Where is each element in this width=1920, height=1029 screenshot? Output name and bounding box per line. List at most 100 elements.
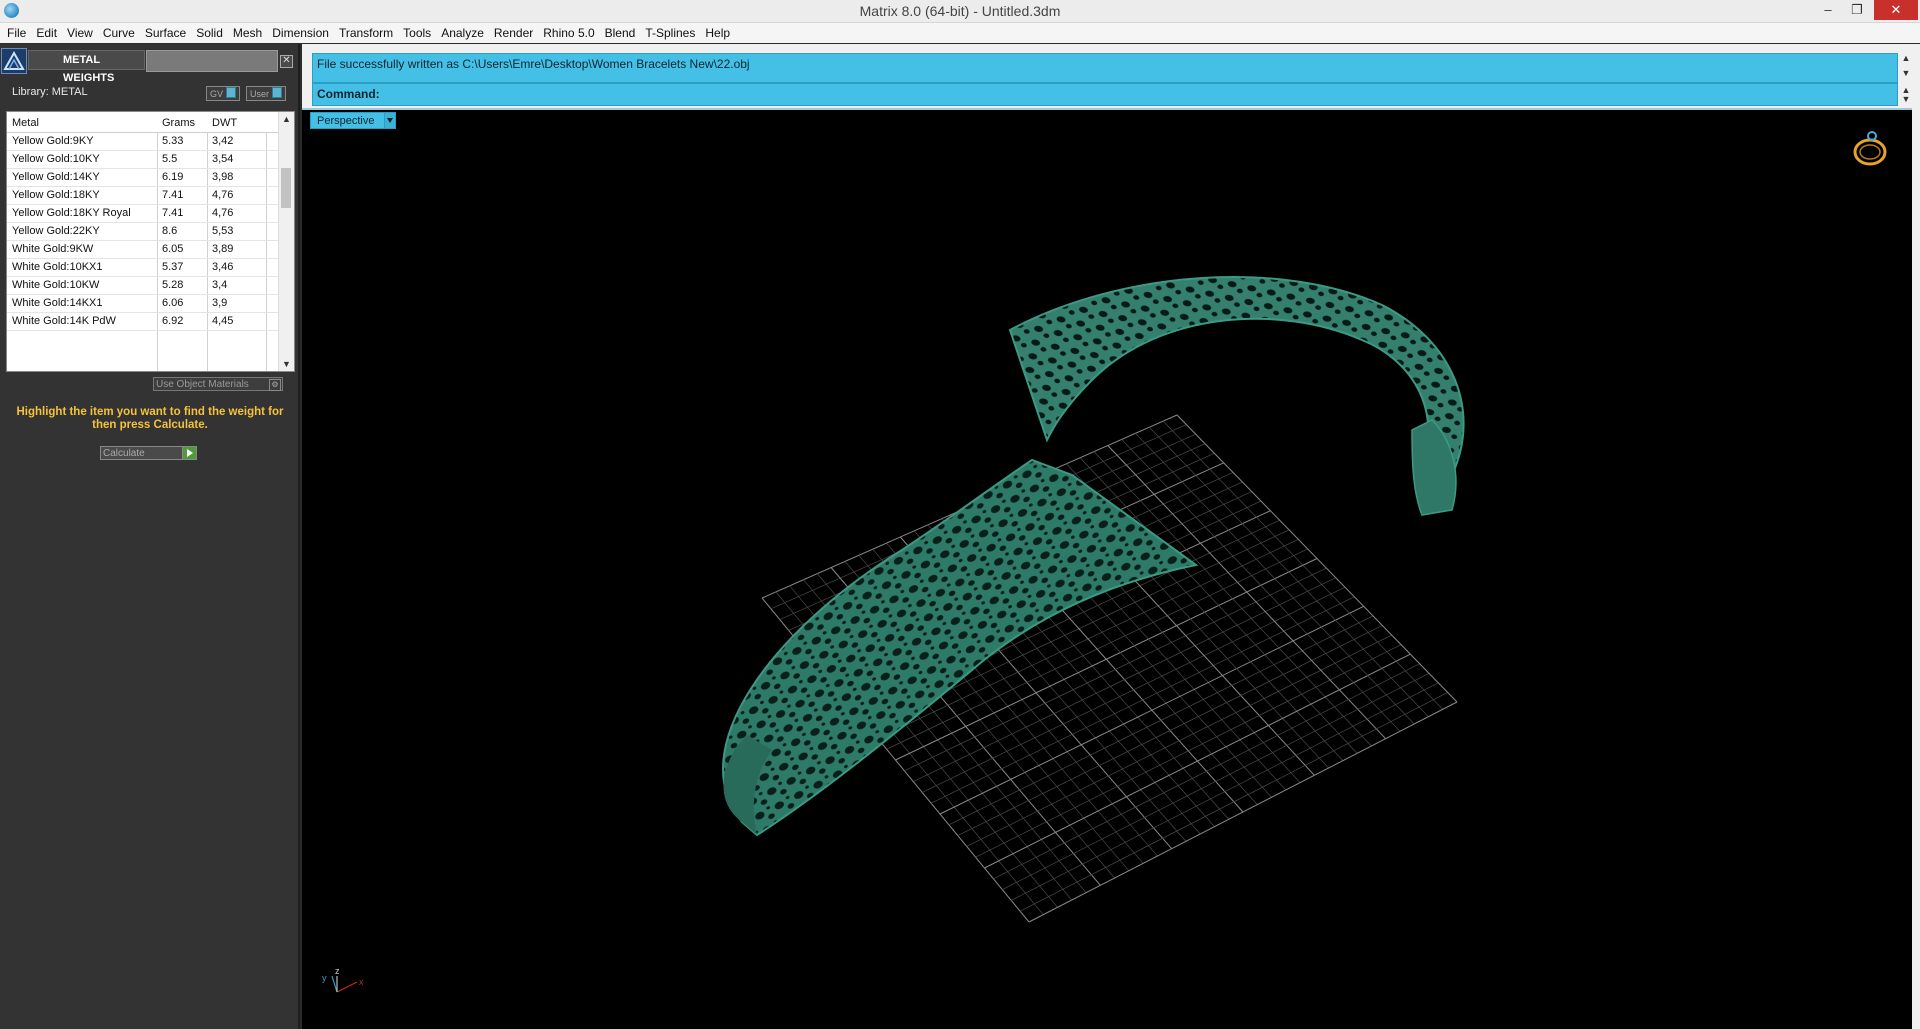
table-row[interactable]: White Gold:9KW 6.05 3,89: [7, 241, 278, 259]
cell-dwt: 4,76: [212, 189, 234, 201]
menu-transform[interactable]: Transform: [334, 23, 398, 43]
perspective-viewport[interactable]: y z x Perspective: [302, 110, 1912, 1029]
gear-icon[interactable]: ⚙: [269, 379, 281, 391]
restore-button[interactable]: ❐: [1843, 0, 1871, 20]
table-scrollbar[interactable]: ▲ ▼: [278, 112, 294, 371]
table-header: Metal Grams DWT: [7, 112, 278, 133]
cell-dwt: 3,42: [212, 135, 234, 147]
cell-metal: White Gold:9KW: [12, 243, 94, 255]
calculate-button[interactable]: Calculate: [100, 446, 197, 460]
cell-grams: 7.41: [162, 189, 184, 201]
menu-rhino[interactable]: Rhino 5.0: [538, 23, 599, 43]
menu-solid[interactable]: Solid: [191, 23, 228, 43]
cell-grams: 6.05: [162, 243, 184, 255]
viewport-name: Perspective: [317, 115, 375, 127]
grid-line: [1002, 672, 1430, 890]
user-toggle[interactable]: User: [246, 86, 287, 101]
scroll-thumb[interactable]: [281, 168, 291, 208]
scroll-up-icon[interactable]: ▲: [282, 114, 291, 124]
cell-metal: White Gold:10KX1: [12, 261, 103, 273]
viewport-name-tab[interactable]: Perspective: [310, 112, 396, 129]
menu-blend[interactable]: Blend: [600, 23, 641, 43]
play-icon[interactable]: [182, 447, 196, 459]
matrix-logo-icon: [1, 48, 27, 74]
menu-surface[interactable]: Surface: [140, 23, 191, 43]
command-prompt: Command:: [317, 87, 380, 101]
cell-grams: 5.33: [162, 135, 184, 147]
calculate-label: Calculate: [103, 448, 145, 459]
instruction-text: Highlight the item you want to find the …: [16, 406, 284, 431]
metal-weights-panel: METAL WEIGHTS ✕ Library: METAL GV User M…: [0, 44, 300, 1029]
table-row[interactable]: Yellow Gold:9KY 5.33 3,42: [7, 133, 278, 151]
gv-toggle[interactable]: GV: [206, 86, 241, 101]
table-row[interactable]: Yellow Gold:14KY 6.19 3,98: [7, 169, 278, 187]
cell-metal: Yellow Gold:14KY: [12, 171, 100, 183]
cell-dwt: 3,4: [212, 279, 228, 291]
menu-tools[interactable]: Tools: [398, 23, 436, 43]
menu-dimension[interactable]: Dimension: [267, 23, 334, 43]
table-row[interactable]: White Gold:14KX1 6.06 3,9: [7, 295, 278, 313]
title-bar: Matrix 8.0 (64-bit) - Untitled.3dm – ❐ ✕: [0, 0, 1920, 23]
axis-z-label: z: [335, 966, 340, 976]
panel-close-button[interactable]: ✕: [280, 55, 293, 68]
cell-dwt: 3,89: [212, 243, 234, 255]
table-row[interactable]: Yellow Gold:18KY Royal 7.41 4,76: [7, 205, 278, 223]
table-body: Yellow Gold:9KY 5.33 3,42 Yellow Gold:10KY…: [7, 133, 278, 331]
table-row[interactable]: Yellow Gold:22KY 8.6 5,53: [7, 223, 278, 241]
cell-grams: 8.6: [162, 225, 178, 237]
user-label: User: [250, 89, 270, 99]
library-label: Library: METAL: [12, 86, 88, 98]
chevron-down-icon[interactable]: [384, 113, 395, 128]
minimize-button[interactable]: –: [1814, 0, 1842, 20]
menu-mesh[interactable]: Mesh: [228, 23, 267, 43]
viewport-scene: y z x: [322, 131, 1887, 993]
table-row[interactable]: Yellow Gold:18KY 7.41 4,76: [7, 187, 278, 205]
history-scroll-up-icon[interactable]: ▲: [1899, 53, 1913, 69]
history-scroll-down-icon[interactable]: ▼: [1899, 68, 1913, 84]
column-header-grams[interactable]: Grams: [162, 117, 195, 129]
menu-edit[interactable]: Edit: [31, 23, 62, 43]
axis-y-label: y: [322, 973, 327, 983]
grid-line: [1149, 426, 1429, 717]
cell-metal: Yellow Gold:18KY: [12, 189, 100, 201]
menu-help[interactable]: Help: [700, 23, 735, 43]
use-object-materials-label: Use Object Materials: [156, 379, 249, 390]
axis-widget: y z x: [322, 966, 364, 993]
grid-line: [1011, 682, 1439, 901]
cell-grams: 5.28: [162, 279, 184, 291]
cell-metal: Yellow Gold:10KY: [12, 153, 100, 165]
metal-table[interactable]: Metal Grams DWT Yellow Gold:9KY 5.33 3,42 …: [6, 111, 295, 372]
column-header-metal[interactable]: Metal: [12, 117, 39, 129]
table-row[interactable]: White Gold:14K PdW 6.92 4,45: [7, 313, 278, 331]
close-button[interactable]: ✕: [1874, 0, 1918, 20]
menu-curve[interactable]: Curve: [98, 23, 140, 43]
cell-dwt: 5,53: [212, 225, 234, 237]
grid-line: [1079, 457, 1358, 754]
use-object-materials-toggle[interactable]: Use Object Materials ⚙: [153, 377, 283, 391]
cell-metal: White Gold:14KX1: [12, 297, 103, 309]
user-indicator: [272, 87, 283, 98]
cell-metal: Yellow Gold:9KY: [12, 135, 94, 147]
cell-metal: Yellow Gold:18KY Royal: [12, 207, 131, 219]
menu-file[interactable]: File: [0, 23, 31, 43]
menu-tsplines[interactable]: T-Splines: [640, 23, 700, 43]
menu-render[interactable]: Render: [489, 23, 538, 43]
menu-view[interactable]: View: [62, 23, 98, 43]
cell-grams: 5.5: [162, 153, 178, 165]
grid-line: [1135, 433, 1415, 725]
column-header-dwt[interactable]: DWT: [212, 117, 237, 129]
ring-icon[interactable]: [1853, 131, 1887, 166]
grid-line: [957, 625, 1383, 836]
scroll-down-icon[interactable]: ▼: [282, 359, 291, 369]
menu-analyze[interactable]: Analyze: [436, 23, 489, 43]
table-row[interactable]: Yellow Gold:10KY 5.5 3,54: [7, 151, 278, 169]
command-line[interactable]: Command:: [312, 83, 1898, 106]
grid-line: [1093, 451, 1372, 747]
bracelet-model[interactable]: [722, 276, 1465, 837]
table-row[interactable]: White Gold:10KX1 5.37 3,46: [7, 259, 278, 277]
command-history: File successfully written as C:\Users\Em…: [312, 53, 1898, 83]
grid-line: [1162, 420, 1443, 710]
table-row[interactable]: White Gold:10KW 5.28 3,4: [7, 277, 278, 295]
cell-metal: White Gold:14K PdW: [12, 315, 116, 327]
cell-dwt: 3,9: [212, 297, 228, 309]
